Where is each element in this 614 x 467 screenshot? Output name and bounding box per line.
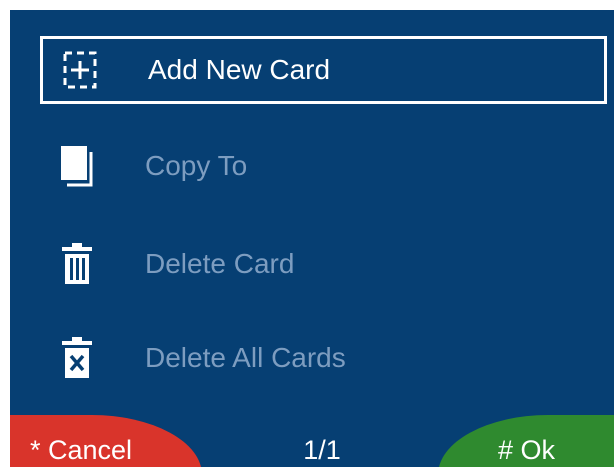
delete-all-icon — [59, 336, 95, 380]
ok-softkey[interactable]: # Ok — [438, 415, 614, 467]
menu-item-label: Delete All Cards — [145, 342, 346, 373]
copy-icon — [59, 144, 95, 188]
cancel-softkey[interactable]: * Cancel — [10, 415, 202, 467]
card-menu-screen: Add New Card Copy To Delete Card Delete … — [10, 10, 614, 467]
ok-softkey-label: # Ok — [498, 435, 556, 465]
menu-item-delete-all-cards[interactable]: Delete All Cards — [40, 324, 607, 392]
menu-item-add-new-card[interactable]: Add New Card — [40, 36, 607, 104]
menu-item-label: Copy To — [145, 150, 248, 181]
menu-item-copy-to[interactable]: Copy To — [40, 132, 607, 200]
menu-item-label: Delete Card — [145, 248, 295, 279]
add-card-icon — [62, 48, 98, 92]
page-indicator-text: 1/1 — [303, 435, 341, 465]
menu-item-delete-card[interactable]: Delete Card — [40, 230, 607, 298]
trash-icon — [59, 242, 95, 286]
cancel-softkey-label: * Cancel — [30, 435, 133, 465]
menu-item-label: Add New Card — [148, 54, 331, 85]
